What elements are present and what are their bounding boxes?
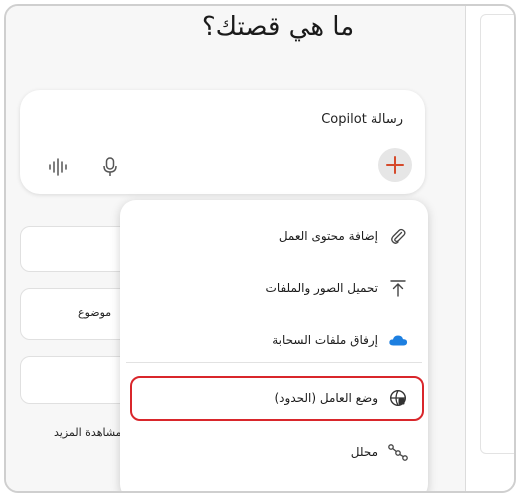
upload-icon [388, 278, 408, 298]
menu-item-label: محلل [350, 445, 378, 459]
side-panel [466, 6, 514, 491]
cloud-icon [388, 330, 408, 350]
menu-item-analyst[interactable]: محلل [120, 432, 428, 472]
menu-item-label: إضافة محتوى العمل [278, 229, 378, 243]
see-more-link[interactable]: مشاهدة المزيد [54, 426, 122, 439]
menu-item-upload-images-files[interactable]: تحميل الصور والملفات [120, 268, 428, 308]
menu-more-indicator [120, 490, 428, 491]
prompt-placeholder[interactable]: رسالة Copilot [321, 112, 403, 127]
menu-item-label: تحميل الصور والملفات [265, 281, 378, 295]
menu-item-add-work-content[interactable]: إضافة محتوى العمل [120, 216, 428, 256]
menu-divider [126, 362, 422, 363]
side-panel-card [480, 14, 514, 454]
page-title: ما هي قصتك؟ [6, 12, 466, 42]
prompt-box[interactable]: رسالة Copilot [20, 90, 425, 194]
voice-waveform-icon[interactable] [48, 157, 68, 181]
plus-icon [386, 156, 404, 174]
analyst-icon [388, 442, 408, 462]
mic-icon[interactable] [102, 157, 118, 181]
paperclip-icon [388, 226, 408, 246]
main-pane: ما هي قصتك؟ رسالة Copilot موضوع مشاهدة ا… [6, 6, 466, 491]
app-window: ما هي قصتك؟ رسالة Copilot موضوع مشاهدة ا… [4, 4, 516, 493]
menu-item-label: إرفاق ملفات السحابة [272, 333, 378, 347]
topic-label: موضوع [78, 306, 112, 319]
agent-mode-highlight [130, 376, 424, 421]
suggestion-card-3[interactable] [20, 356, 130, 404]
suggestion-card-1[interactable] [20, 226, 130, 272]
suggestion-card-2[interactable] [20, 288, 130, 340]
page-title-text: ما هي قصتك؟ [201, 12, 355, 42]
attach-menu: إضافة محتوى العمل تحميل الصور والملفات إ… [120, 200, 428, 491]
menu-item-attach-cloud-files[interactable]: إرفاق ملفات السحابة [120, 320, 428, 360]
add-button[interactable] [378, 148, 412, 182]
